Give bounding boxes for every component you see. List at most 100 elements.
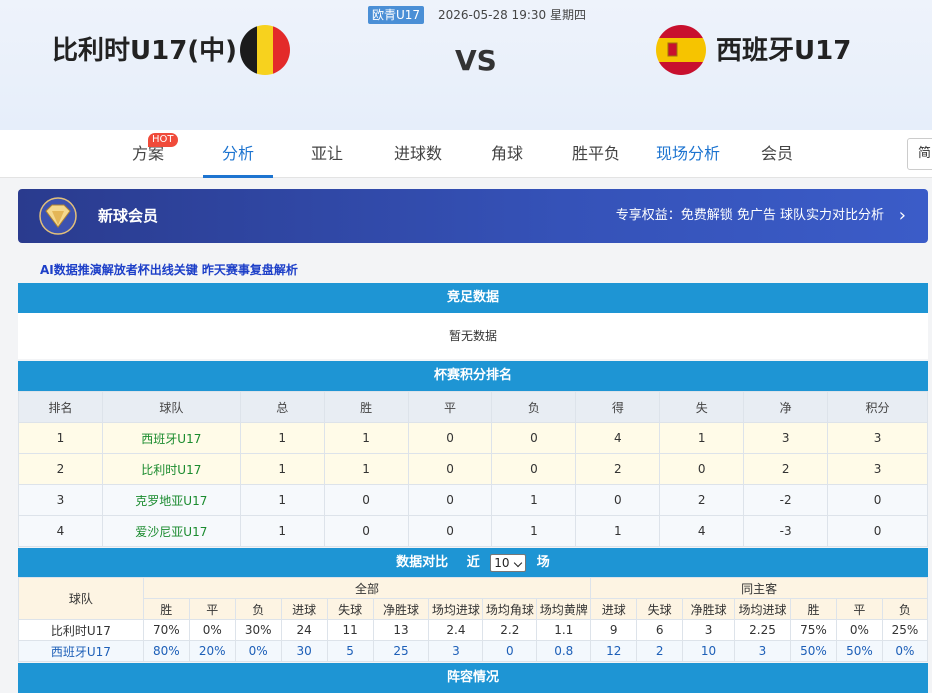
- section-lineup: 阵容情况: [18, 663, 928, 693]
- table-cell: 30%: [234, 619, 282, 641]
- tab-corners[interactable]: 角球: [484, 130, 530, 178]
- table-row: 4 爱沙尼亚U17 1 0 0 1 1 4 -3 0: [18, 515, 928, 547]
- table-cell: 6: [636, 619, 684, 641]
- team-link[interactable]: 克罗地亚U17: [101, 484, 241, 516]
- table-cell: 1: [323, 453, 409, 485]
- compare-group-all: 全部: [142, 577, 592, 599]
- table-cell: 5: [326, 640, 374, 662]
- away-team-name[interactable]: 西班牙U17: [716, 34, 851, 68]
- table-cell: 1: [323, 422, 409, 454]
- table-cell: 50%: [789, 640, 837, 662]
- rank-col-header: 平: [407, 391, 493, 423]
- chevron-right-icon[interactable]: ›: [899, 189, 906, 243]
- match-count-select[interactable]: 10: [490, 553, 527, 572]
- compare-col-header: 场均角球: [482, 598, 538, 620]
- team-link[interactable]: 西班牙U17: [18, 640, 144, 662]
- vip-title: 新球会员: [98, 207, 159, 225]
- vs-label: VS: [455, 44, 497, 77]
- compare-col-header: 失球: [326, 598, 374, 620]
- league-badge[interactable]: 欧青U17: [368, 6, 425, 24]
- tab-live-analysis[interactable]: 现场分析: [652, 130, 724, 178]
- rank-col-header: 净: [743, 391, 829, 423]
- compare-col-header: 净胜球: [372, 598, 430, 620]
- rank-col-header: 失: [659, 391, 745, 423]
- table-cell: 1: [491, 484, 577, 516]
- table-cell: 13: [372, 619, 430, 641]
- table-cell: 0: [482, 640, 538, 662]
- table-cell: 2.25: [734, 619, 791, 641]
- table-cell: 1: [491, 515, 577, 547]
- compare-col-header: 失球: [636, 598, 684, 620]
- table-cell: 3: [18, 484, 103, 516]
- rank-col-header: 负: [491, 391, 577, 423]
- tab-member[interactable]: 会员: [754, 130, 800, 178]
- compare-title: 数据对比: [396, 555, 449, 570]
- table-cell: 4: [575, 422, 661, 454]
- home-team-name[interactable]: 比利时U17(中): [52, 34, 237, 68]
- table-cell: 0%: [835, 619, 883, 641]
- vip-banner[interactable]: 新球会员 专享权益：免费解锁 免广告 球队实力对比分析 ›: [18, 189, 928, 243]
- compare-col-header: 场均进球: [734, 598, 791, 620]
- tab-1x2[interactable]: 胜平负: [566, 130, 626, 178]
- table-cell: 0%: [881, 640, 929, 662]
- table-cell: 1.1: [536, 619, 592, 641]
- team-link[interactable]: 比利时U17: [101, 453, 241, 485]
- compare-col-header: 负: [234, 598, 282, 620]
- table-cell: 2.4: [428, 619, 484, 641]
- table-cell: 1: [239, 453, 325, 485]
- compare-sub-header-row: 胜 平 负 进球 失球 净胜球 场均进球 场均角球 场均黄牌 进球 失球 净胜球…: [19, 598, 929, 620]
- match-header: 欧青U17 2026-05-28 19:30 星期四 比利时U17(中) VS …: [0, 0, 932, 130]
- table-cell: 1: [18, 422, 103, 454]
- rank-col-header: 得: [575, 391, 661, 423]
- table-cell: 0: [407, 422, 493, 454]
- language-button[interactable]: 简: [907, 138, 932, 170]
- table-cell: 11: [326, 619, 374, 641]
- tab-analysis[interactable]: 分析: [203, 130, 273, 178]
- table-row: 西班牙U17 80% 20% 0% 30 5 25 3 0 0.8 12 2 1…: [18, 640, 929, 662]
- tab-handicap[interactable]: 亚让: [304, 130, 350, 178]
- team-link[interactable]: 爱沙尼亚U17: [101, 515, 241, 547]
- table-row: 比利时U17 70% 0% 30% 24 11 13 2.4 2.2 1.1 9…: [18, 619, 929, 641]
- table-cell: 24: [280, 619, 328, 641]
- table-cell: 80%: [142, 640, 190, 662]
- team-link[interactable]: 西班牙U17: [101, 422, 241, 454]
- section-compare: 数据对比 近 10 场: [18, 548, 928, 578]
- table-cell: 0.8: [536, 640, 592, 662]
- compare-col-header: 进球: [280, 598, 328, 620]
- table-cell: 1: [575, 515, 661, 547]
- table-cell: 0%: [234, 640, 282, 662]
- hot-badge: HOT: [148, 133, 178, 147]
- table-cell: 2: [743, 453, 829, 485]
- ai-article-link[interactable]: AI数据推演解放者杯出线关键 昨天赛事复盘解析: [40, 261, 298, 278]
- table-cell: 0: [827, 484, 928, 516]
- compare-col-header: 净胜球: [682, 598, 736, 620]
- table-cell: 0: [491, 453, 577, 485]
- compare-col-header: 胜: [142, 598, 190, 620]
- table-cell: 2.2: [482, 619, 538, 641]
- compare-team-header: 球队: [18, 577, 144, 620]
- compare-col-header: 平: [188, 598, 236, 620]
- table-cell: 12: [590, 640, 638, 662]
- table-cell: 3: [682, 619, 736, 641]
- table-row: 2 比利时U17 1 1 0 0 2 0 2 3: [18, 453, 928, 485]
- table-cell: 0%: [188, 619, 236, 641]
- main-nav: 方案 分析 亚让 进球数 角球 胜平负 现场分析 会员: [0, 130, 932, 178]
- table-cell: 70%: [142, 619, 190, 641]
- tab-goals[interactable]: 进球数: [388, 130, 448, 178]
- rank-col-header: 总: [239, 391, 325, 423]
- table-cell: 4: [659, 515, 745, 547]
- vip-benefits: 专享权益：免费解锁 免广告 球队实力对比分析: [615, 208, 884, 223]
- rank-col-header: 积分: [827, 391, 928, 423]
- rank-col-header: 排名: [18, 391, 103, 423]
- table-cell: 3: [827, 422, 928, 454]
- team-link[interactable]: 比利时U17: [18, 619, 144, 641]
- rank-header-row: 排名 球队 总 胜 平 负 得 失 净 积分: [18, 391, 928, 423]
- belgium-flag-icon: [240, 25, 290, 75]
- table-cell: 0: [407, 515, 493, 547]
- table-cell: 25: [372, 640, 430, 662]
- compare-near-label: 近: [466, 555, 480, 570]
- compare-group-row: 球队 全部 同主客: [18, 577, 928, 620]
- compare-col-header: 场均黄牌: [536, 598, 592, 620]
- table-cell: 3: [734, 640, 791, 662]
- table-cell: -3: [743, 515, 829, 547]
